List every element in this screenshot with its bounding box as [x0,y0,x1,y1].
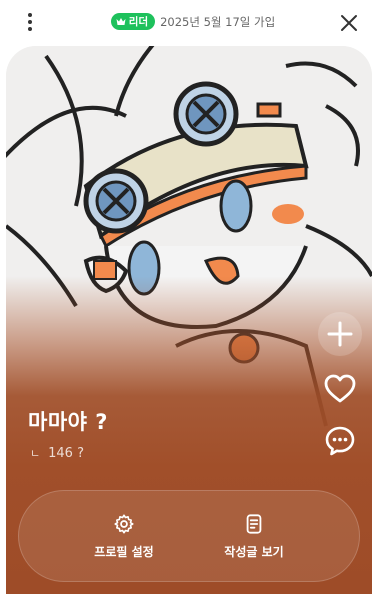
profile-name: 마마야 ? [28,410,108,434]
plus-icon [327,321,353,347]
chat-icon [325,426,355,456]
heart-icon [324,374,356,403]
like-button[interactable] [321,370,359,408]
side-actions [318,312,362,460]
add-button[interactable] [318,312,362,356]
leader-badge: 리더 [110,13,156,30]
chat-button[interactable] [321,422,359,460]
view-posts-label: 작성글 보기 [224,544,284,559]
follow-prefix: ㄴ [30,447,41,460]
follow-count[interactable]: ㄴ 146 ? [30,445,84,461]
gear-icon [114,513,134,534]
top-bar: 리더 2025년 5월 17일 가입 [0,0,378,46]
follow-count-value: 146 ? [48,445,84,461]
document-icon [246,513,262,534]
profile-card: 마마야 ? ㄴ 146 ? 프로필 설정 작성글 보기 [6,46,372,594]
joined-info: 리더 2025년 5월 17일 가입 [0,13,378,30]
bottom-action-panel: 프로필 설정 작성글 보기 [18,490,360,582]
joined-date: 2025년 5월 17일 가입 [160,14,276,29]
close-icon[interactable] [340,14,358,32]
leader-badge-label: 리더 [128,16,149,28]
profile-settings-label: 프로필 설정 [94,544,154,559]
view-posts-button[interactable]: 작성글 보기 [224,513,284,560]
crown-icon [116,18,126,25]
profile-settings-button[interactable]: 프로필 설정 [94,513,154,560]
